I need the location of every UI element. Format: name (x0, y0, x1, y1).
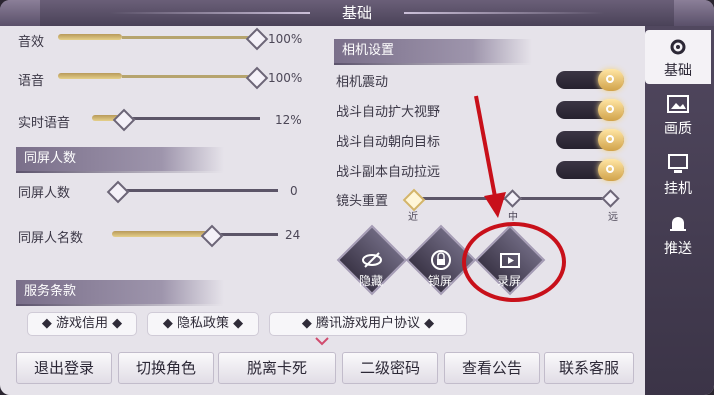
tick-near: 近 (408, 212, 418, 223)
auto-zoom-out-toggle[interactable] (556, 159, 624, 181)
camera-reset-label: 镜头重置 (336, 194, 389, 209)
lock-screen-button-label: 锁屏 (427, 274, 452, 288)
tick-far: 远 (608, 212, 618, 223)
tab-basic-label: 基础 (664, 63, 692, 79)
voice-track[interactable] (122, 75, 262, 78)
same-screen-names-knob[interactable] (200, 224, 224, 248)
same-screen-header: 同屏人数 (16, 147, 224, 173)
same-screen-count-knob[interactable] (106, 180, 130, 204)
corner-decoration-left (0, 0, 40, 26)
auto-face-target-toggle[interactable] (556, 129, 624, 151)
camera-shake-toggle[interactable] (556, 69, 624, 91)
camera-distance-far-marker (601, 189, 620, 208)
voice-knob[interactable] (245, 66, 269, 90)
voice-value: 100% (268, 71, 303, 85)
logout-button[interactable]: 退出登录 (16, 352, 112, 384)
realtime-voice-value: 12% (275, 113, 302, 127)
tab-afk[interactable]: 挂机 (645, 148, 711, 202)
terms-header: 服务条款 (16, 280, 224, 306)
toggle-thumb (598, 129, 624, 151)
realtime-voice-knob[interactable] (112, 108, 136, 132)
realtime-voice-label: 实时语音 (18, 116, 71, 131)
voice-fill (58, 73, 122, 79)
privacy-policy-link[interactable]: ◆ 隐私政策 ◆ (148, 313, 258, 335)
hide-button-label: 隐藏 (358, 274, 383, 288)
camera-shake-label: 相机震动 (336, 75, 389, 90)
eye-slash-icon (362, 252, 382, 268)
realtime-voice-track[interactable] (120, 117, 260, 120)
sound-effect-fill (58, 34, 122, 40)
chevron-down-icon[interactable] (314, 336, 330, 346)
same-screen-names-label: 同屏人名数 (18, 231, 84, 246)
monitor-icon (668, 154, 688, 173)
auto-zoom-out-label: 战斗副本自动拉远 (336, 165, 441, 180)
camera-header-text: 相机设置 (342, 43, 395, 58)
tab-push-label: 推送 (664, 241, 692, 257)
auto-expand-view-toggle[interactable] (556, 99, 624, 121)
page-title: 基础 (341, 4, 372, 22)
same-screen-count-value: 0 (290, 184, 298, 198)
same-screen-count-label: 同屏人数 (18, 186, 71, 201)
annotation-arrow (474, 95, 506, 218)
privacy-policy-text: 隐私政策 (176, 316, 229, 331)
picture-icon (667, 95, 689, 113)
settings-panel: 基础 音效 100% 语音 100% 实时语音 12% 同屏人数 同屏人数 0 … (0, 0, 714, 395)
same-screen-names-fill (112, 231, 208, 237)
lock-icon (431, 250, 451, 270)
sound-effect-label: 音效 (18, 35, 45, 50)
auto-face-target-label: 战斗自动朝向目标 (336, 135, 441, 150)
sound-effect-knob[interactable] (245, 27, 269, 51)
sound-effect-track[interactable] (122, 36, 262, 39)
corner-decoration-right (674, 0, 714, 26)
tab-afk-label: 挂机 (664, 181, 692, 197)
same-screen-count-track[interactable] (118, 189, 278, 192)
title-bar: 基础 (0, 0, 714, 26)
auto-expand-view-label: 战斗自动扩大视野 (336, 105, 441, 120)
terms-header-text: 服务条款 (24, 284, 77, 299)
tab-quality[interactable]: 画质 (645, 88, 711, 142)
sound-effect-value: 100% (268, 32, 303, 46)
same-screen-names-value: 24 (285, 228, 301, 242)
gear-icon (670, 39, 686, 55)
toggle-thumb (598, 99, 624, 121)
same-screen-header-text: 同屏人数 (24, 151, 77, 166)
tab-basic[interactable]: 基础 (645, 30, 711, 84)
annotation-circle (462, 222, 566, 302)
tab-quality-label: 画质 (664, 121, 692, 137)
contact-support-button[interactable]: 联系客服 (544, 352, 634, 384)
game-credit-text: 游戏信用 (55, 316, 108, 331)
unstuck-button[interactable]: 脱离卡死 (218, 352, 336, 384)
switch-role-button[interactable]: 切换角色 (118, 352, 214, 384)
game-credit-link[interactable]: ◆ 游戏信用 ◆ (28, 313, 136, 335)
user-agreement-text: 腾讯游戏用户协议 (315, 316, 420, 331)
bell-icon (670, 217, 686, 231)
toggle-thumb (598, 159, 624, 181)
toggle-thumb (598, 69, 624, 91)
tab-push[interactable]: 推送 (645, 208, 711, 262)
view-announcement-button[interactable]: 查看公告 (444, 352, 540, 384)
user-agreement-link[interactable]: ◆ 腾讯游戏用户协议 ◆ (270, 313, 466, 335)
voice-label: 语音 (18, 74, 45, 89)
camera-header: 相机设置 (334, 39, 532, 65)
secondary-password-button[interactable]: 二级密码 (342, 352, 438, 384)
tab-list: 基础 画质 挂机 推送 (645, 26, 714, 286)
